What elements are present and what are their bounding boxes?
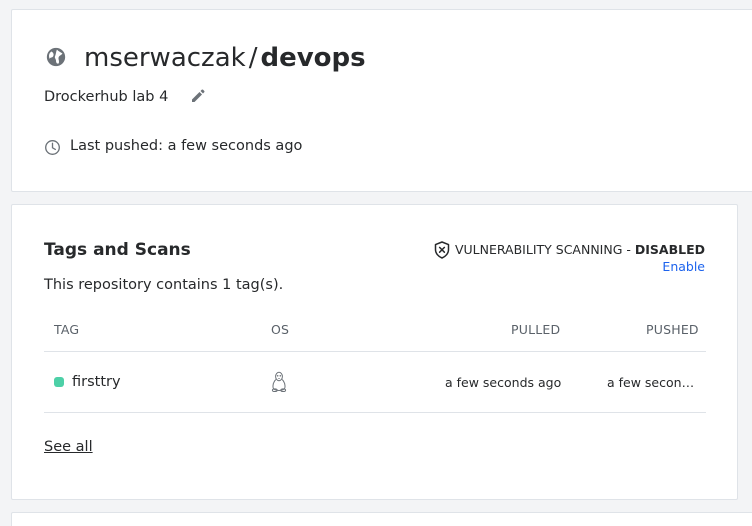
- last-pushed-text: Last pushed: a few seconds ago: [70, 138, 303, 154]
- tags-and-scans-card: Tags and Scans VULNERABILITY SCANNING - …: [11, 204, 738, 500]
- vulnerability-scanning-status: VULNERABILITY SCANNING - DISABLED: [434, 241, 705, 259]
- clock-icon: [45, 140, 60, 155]
- tag-pushed-time: a few seconds ago: [607, 375, 695, 390]
- pencil-icon[interactable]: [190, 88, 206, 104]
- column-header-pushed: PUSHED: [646, 322, 699, 337]
- tags-count-text: This repository contains 1 tag(s).: [44, 277, 284, 293]
- repository-header-card: mserwaczak / devops Drockerhub lab 4 Last …: [11, 9, 752, 192]
- vulnerability-status: DISABLED: [634, 242, 705, 257]
- see-all-link[interactable]: See all: [44, 438, 93, 456]
- globe-icon: [46, 47, 66, 67]
- vulnerability-label: VULNERABILITY SCANNING -: [454, 242, 635, 257]
- section-title: Tags and Scans: [44, 240, 191, 260]
- tag-pulled-time: a few seconds ago: [445, 375, 562, 390]
- enable-scanning-link[interactable]: Enable: [662, 259, 705, 275]
- tag-status-indicator: [54, 377, 64, 387]
- shield-x-icon: [434, 241, 450, 259]
- repository-description: Drockerhub lab 4: [44, 89, 169, 105]
- repository-separator: /: [248, 43, 258, 73]
- column-header-os: OS: [271, 322, 290, 337]
- next-section-card: [11, 512, 752, 526]
- repository-namespace: mserwaczak: [84, 43, 246, 73]
- linux-icon: [271, 371, 287, 393]
- column-header-tag: TAG: [54, 322, 80, 337]
- table-divider: [44, 351, 706, 352]
- table-divider: [44, 412, 706, 413]
- repository-title: mserwaczak / devops: [84, 42, 366, 74]
- repository-name: devops: [260, 43, 366, 73]
- column-header-pulled: PULLED: [511, 322, 561, 337]
- tag-name-link[interactable]: firsttry: [72, 373, 121, 391]
